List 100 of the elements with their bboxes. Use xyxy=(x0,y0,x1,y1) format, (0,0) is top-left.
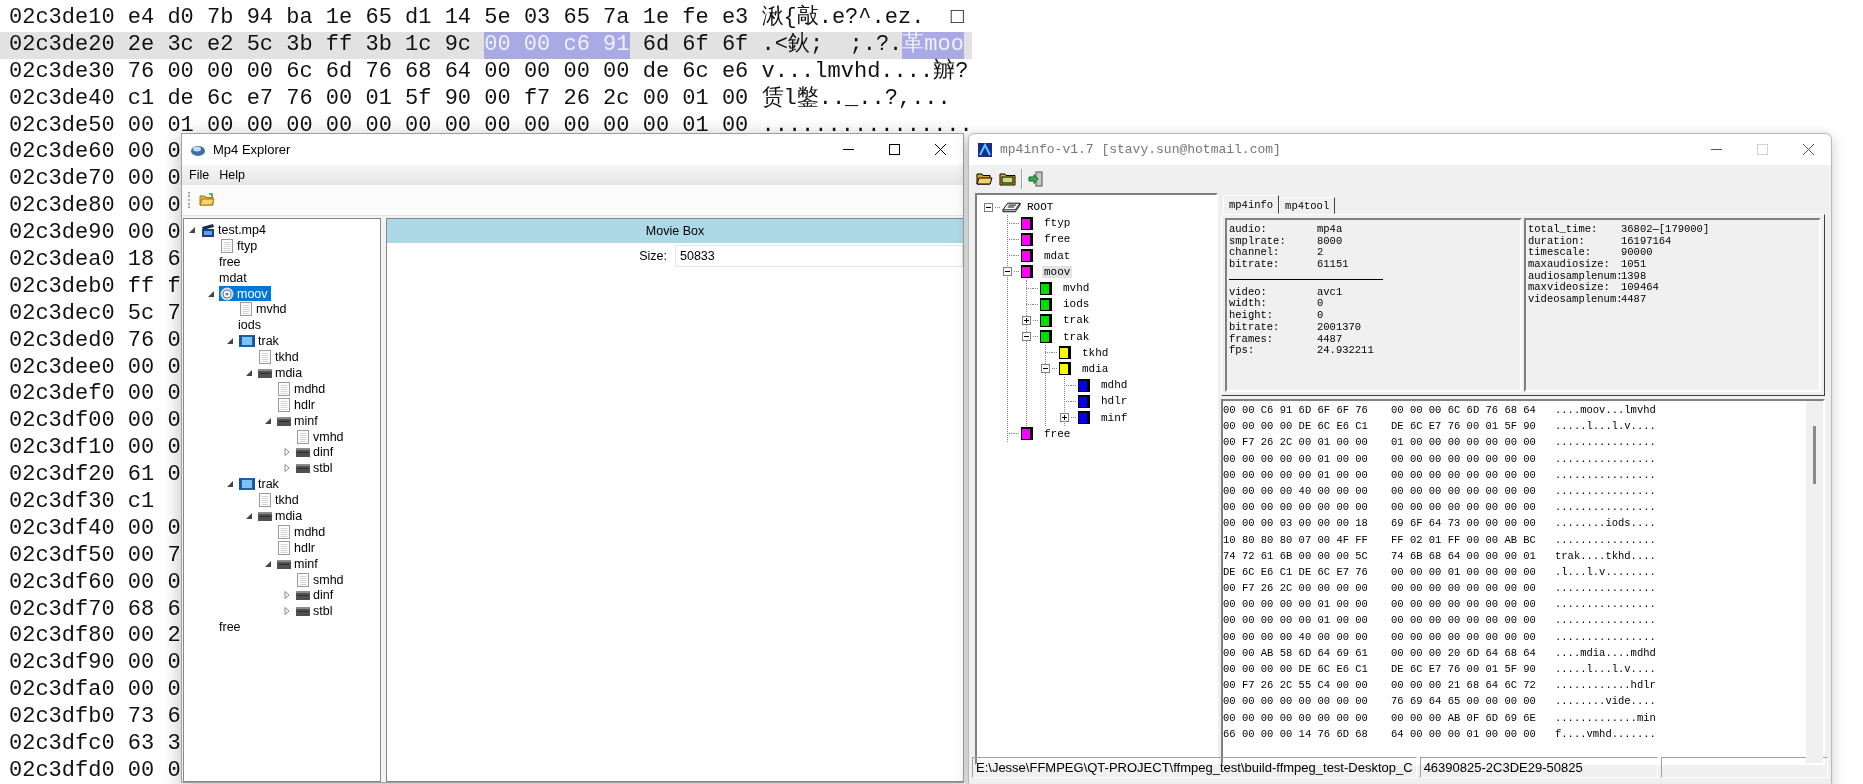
scrollbar[interactable] xyxy=(1806,401,1823,763)
tree-item[interactable]: ftyp xyxy=(219,237,261,254)
offset-text: 02c3def0 xyxy=(9,381,115,409)
ascii-text: .....l...l.v.... xyxy=(1555,419,1656,435)
hex-bytes: 00 F7 26 2C 00 01 00 00 xyxy=(1223,435,1369,451)
tree-item[interactable]: free xyxy=(219,619,244,636)
tree-item[interactable]: iods xyxy=(1040,296,1092,313)
tree-item[interactable]: trak xyxy=(238,333,282,350)
collapsed-arrow-icon[interactable] xyxy=(283,591,291,600)
info-value: 1051 xyxy=(1621,259,1647,271)
tree-item[interactable]: iods xyxy=(238,317,264,334)
minus-box-icon[interactable] xyxy=(1022,332,1031,342)
tree-item[interactable]: dinf xyxy=(295,587,337,604)
tree-item[interactable]: minf xyxy=(276,555,321,572)
hex-bytes: 00 0 xyxy=(127,354,181,382)
info-label: duration: xyxy=(1528,235,1586,247)
collapsed-arrow-icon[interactable] xyxy=(283,464,291,473)
ascii-text: ................ xyxy=(1555,597,1656,613)
hex-bytes: ff f xyxy=(127,273,181,301)
minus-box-icon[interactable] xyxy=(984,202,993,212)
ascii-text: f....vmhd....... xyxy=(1555,726,1656,742)
tree-item[interactable]: ftyp xyxy=(1021,215,1073,232)
tree-item[interactable]: stbl xyxy=(295,603,336,620)
tree-item[interactable]: mdat xyxy=(219,269,250,286)
plus-box-icon[interactable] xyxy=(1022,315,1031,325)
folder-button[interactable] xyxy=(996,170,1019,188)
hex-bytes: 00 00 00 00 DE 6C E6 C1 xyxy=(1223,419,1369,435)
close-icon xyxy=(1802,144,1814,155)
expanded-arrow-icon[interactable] xyxy=(207,289,215,298)
tree-item[interactable]: hdlr xyxy=(276,539,318,556)
expanded-arrow-icon[interactable] xyxy=(264,559,272,568)
info-value: 90000 xyxy=(1621,247,1653,260)
tree-item[interactable]: mdia xyxy=(257,365,306,381)
input-field[interactable]: 50833 xyxy=(675,245,963,267)
expanded-arrow-icon[interactable] xyxy=(245,368,253,377)
info-value: 4487 xyxy=(1621,294,1647,306)
tree-item[interactable]: stbl xyxy=(295,460,336,477)
ascii-text: .....l...l.v.... xyxy=(1555,662,1656,677)
hex-bytes: 00 00 00 00 00 00 00 00 xyxy=(1223,694,1369,710)
tree-item[interactable]: trak xyxy=(238,476,282,493)
tree-item[interactable]: mvhd xyxy=(238,301,290,318)
offset-text: 02c3de10 xyxy=(9,5,115,32)
expanded-arrow-icon[interactable] xyxy=(245,511,253,520)
minus-box-icon[interactable] xyxy=(1003,267,1012,277)
expanded-arrow-icon[interactable] xyxy=(264,416,272,425)
scroll-thumb[interactable] xyxy=(1813,426,1816,484)
tree-item[interactable]: trak xyxy=(1040,328,1092,345)
tree-item[interactable]: moov xyxy=(219,285,271,302)
open-button[interactable] xyxy=(973,170,996,188)
tree-item[interactable]: mdhd xyxy=(1078,377,1130,394)
info-value: 1398 xyxy=(1621,270,1647,283)
expanded-arrow-icon[interactable] xyxy=(226,337,234,346)
hex-bytes: 00 00 00 00 00 01 00 00 xyxy=(1223,451,1369,467)
menu-item[interactable]: File xyxy=(184,168,215,182)
hex-bytes: 00 00 00 00 00 00 00 00 xyxy=(1223,710,1369,726)
tree-item[interactable]: mdat xyxy=(1021,247,1073,264)
hex-bytes: 00 0 xyxy=(127,757,181,784)
ascii-text: ................ xyxy=(1555,500,1656,516)
plus-box-icon[interactable] xyxy=(1060,413,1069,423)
hex-bytes: 00 00 00 00 DE 6C E6 C1 xyxy=(1223,662,1369,677)
tree-item[interactable]: hdlr xyxy=(1078,393,1130,410)
tree-item[interactable]: tkhd xyxy=(1059,344,1111,361)
tree-item[interactable]: free xyxy=(1021,231,1073,248)
hex-bytes: DE 6C E6 C1 DE 6C E7 76 xyxy=(1223,564,1369,580)
tree-item[interactable]: free xyxy=(1021,425,1073,442)
tree-item[interactable]: tkhd xyxy=(257,349,302,365)
hex-bytes: 73 6 xyxy=(127,704,181,732)
hex-bytes: c1 de 6c e7 76 00 01 5f 90 00 f7 26 2c 00 01 00 xyxy=(127,85,749,113)
tree-item[interactable]: trak xyxy=(1040,312,1092,329)
hex-bytes: 00 00 00 00 40 00 00 00 xyxy=(1223,629,1369,645)
tree-item[interactable]: mdhd xyxy=(276,523,329,540)
tree-item[interactable]: smhd xyxy=(295,571,347,588)
tree-item[interactable]: test.mp4 xyxy=(200,222,269,238)
tree-item[interactable]: mdia xyxy=(1059,360,1111,377)
expanded-arrow-icon[interactable] xyxy=(226,480,234,489)
tree-item[interactable]: tkhd xyxy=(257,492,302,509)
tab[interactable]: mp4tool xyxy=(1279,197,1336,214)
tree-item[interactable]: moov xyxy=(1021,263,1073,280)
exit-icon xyxy=(1028,171,1044,187)
tree-item[interactable]: hdlr xyxy=(276,396,318,413)
tree-item[interactable]: minf xyxy=(276,412,321,429)
tree-item[interactable]: mdhd xyxy=(276,380,329,397)
info-label: videosamplenum: xyxy=(1528,294,1621,306)
expanded-arrow-icon[interactable] xyxy=(188,225,196,234)
hex-bytes: 18 6 xyxy=(127,247,181,274)
collapsed-arrow-icon[interactable] xyxy=(283,607,291,616)
tree-item[interactable]: dinf xyxy=(295,444,337,461)
tree-item[interactable]: minf xyxy=(1078,409,1130,426)
hex-bytes: DE 6C E7 76 00 01 5F 90 xyxy=(1391,419,1537,435)
tree-item[interactable]: vmhd xyxy=(295,428,347,445)
minus-box-icon[interactable] xyxy=(1041,364,1050,374)
collapsed-arrow-icon[interactable] xyxy=(283,448,291,457)
tree-item[interactable]: mvhd xyxy=(1040,280,1092,297)
tab[interactable]: mp4info xyxy=(1223,195,1280,214)
menu-item[interactable]: Help xyxy=(214,168,250,182)
ascii-text: ............hdlr xyxy=(1555,678,1656,694)
tree-item[interactable]: free xyxy=(219,253,244,270)
tree-item[interactable]: ROOT xyxy=(1002,199,1056,216)
status-text: 46390825-2C3DE29-50825 xyxy=(1419,757,1658,778)
tree-item[interactable]: mdia xyxy=(257,508,306,524)
